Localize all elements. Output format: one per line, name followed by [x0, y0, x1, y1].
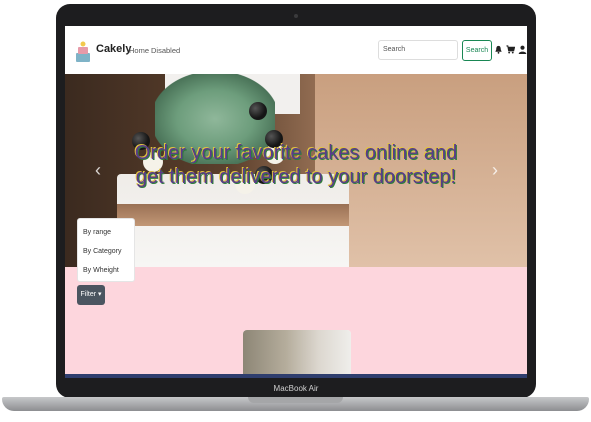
- hero-caption: Order your favorite cakes online and get…: [65, 141, 527, 189]
- product-card[interactable]: [243, 330, 351, 374]
- carousel-next-button[interactable]: ›: [488, 158, 502, 182]
- carousel-prev-button[interactable]: ‹: [91, 158, 105, 182]
- cake-logo-icon[interactable]: [74, 39, 92, 63]
- search-button[interactable]: Search: [462, 40, 492, 61]
- caret-down-icon: ▾: [98, 291, 102, 298]
- search-placeholder: Search: [383, 46, 406, 53]
- cake-crumb-layer: [117, 204, 349, 226]
- cart-icon[interactable]: [506, 45, 515, 54]
- screen-bottom-edge: [65, 374, 527, 378]
- filter-dropdown-menu: By range By Category By Wheight: [77, 218, 135, 282]
- filter-option-weight[interactable]: By Wheight: [83, 267, 119, 274]
- blackberry-decoration: [249, 102, 267, 120]
- filter-option-category[interactable]: By Category: [83, 248, 122, 255]
- user-icon[interactable]: [518, 45, 527, 54]
- brand-name[interactable]: Cakely: [96, 43, 131, 55]
- device-model-label: MacBook Air: [273, 384, 319, 393]
- hero-caption-line-2: get them delivered to your doorstep!: [135, 166, 457, 188]
- navbar: Cakely Home Disabled Search Search: [65, 26, 527, 74]
- nav-link-home[interactable]: Home: [129, 46, 149, 55]
- filter-option-range[interactable]: By range: [83, 229, 111, 236]
- hero-caption-line-1: Order your favorite cakes online and: [134, 142, 458, 164]
- browser-screen: Cakely Home Disabled Search Search Order…: [65, 26, 527, 374]
- bell-icon[interactable]: [494, 45, 503, 54]
- filter-button[interactable]: Filter ▾: [77, 285, 105, 305]
- laptop-notch: [248, 397, 343, 403]
- nav-link-disabled[interactable]: Disabled: [151, 46, 180, 55]
- camera-icon: [294, 14, 298, 18]
- filter-button-label: Filter: [80, 291, 97, 298]
- product-image: [243, 330, 351, 374]
- search-input[interactable]: Search: [378, 40, 458, 60]
